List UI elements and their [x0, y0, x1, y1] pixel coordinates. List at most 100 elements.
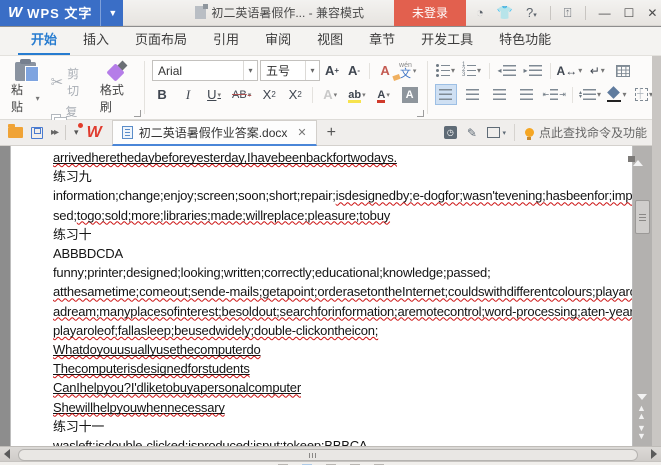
tab-insert[interactable]: 插入	[70, 23, 122, 55]
more-commands-icon[interactable]: ▸▸	[51, 127, 59, 138]
clear-format-button[interactable]: A	[375, 60, 395, 81]
wps-app-button[interactable]: W WPS 文字 ▼	[0, 0, 124, 26]
previous-page-icon[interactable]: ▲ ▲	[637, 404, 646, 421]
character-shading-button[interactable]: A	[400, 84, 420, 105]
font-color-button[interactable]: A ▾	[374, 84, 394, 105]
align-right-button[interactable]	[489, 84, 511, 105]
minimize-button[interactable]: —	[599, 6, 611, 20]
doc-line[interactable]: 练习九	[53, 167, 614, 186]
text-wrap-button[interactable]: ↵ ▾	[586, 60, 608, 81]
tab-view[interactable]: 视图	[304, 23, 356, 55]
customize-toolbar-icon[interactable]: ▾	[74, 123, 83, 138]
document-page[interactable]: arrivedherethedaybeforeyesterday,Ihavebe…	[10, 146, 633, 446]
font-dialog-launcher-icon[interactable]	[416, 110, 424, 117]
tab-section[interactable]: 章节	[356, 23, 408, 55]
switch-window-icon[interactable]	[486, 127, 506, 138]
text-effects-button[interactable]: A ▾	[320, 84, 340, 105]
tab-review[interactable]: 审阅	[252, 23, 304, 55]
document-tab[interactable]: 初二英语暑假作业答案.docx ✕	[111, 119, 317, 146]
bullet-list-button[interactable]: ▾	[435, 60, 457, 81]
doc-line[interactable]: CanIhelpyou?I'dliketobuyapersonalcompute…	[53, 378, 614, 397]
justify-button[interactable]	[516, 84, 538, 105]
bold-button[interactable]: B	[152, 84, 172, 105]
character-scale-button[interactable]: A↔ ▾	[557, 60, 583, 81]
scroll-down-icon[interactable]	[637, 394, 647, 400]
tab-special-features[interactable]: 特色功能	[486, 23, 564, 55]
doc-line[interactable]: ABBBDCDA	[53, 244, 614, 263]
font-color-swatch	[377, 99, 386, 103]
doc-line[interactable]: information;change;enjoy;screen;soon;sho…	[53, 186, 632, 205]
numbered-list-button[interactable]: 1 2 3 ▾	[461, 60, 483, 81]
format-painter-button[interactable]: 格式刷	[95, 60, 139, 117]
skin-theme-icon[interactable]: 👕	[497, 6, 513, 19]
login-button[interactable]: 未登录	[394, 0, 466, 26]
tab-page-layout[interactable]: 页面布局	[122, 23, 200, 55]
close-button[interactable]: ✕	[647, 6, 657, 20]
tab-references[interactable]: 引用	[200, 23, 252, 55]
increase-indent-button[interactable]: ▸	[522, 60, 544, 81]
help-icon[interactable]: ?▾	[526, 6, 537, 19]
doc-line[interactable]: funny;printer;designed;looking;written;c…	[53, 263, 614, 282]
insert-table-button[interactable]	[612, 60, 634, 81]
decrease-indent-icon	[502, 65, 516, 76]
doc-line[interactable]: arrivedherethedaybeforeyesterday,Ihavebe…	[53, 148, 614, 167]
ink-annotate-icon[interactable]: ✎	[467, 126, 477, 140]
decrease-indent-button[interactable]: ◂	[496, 60, 518, 81]
tab-home[interactable]: 开始	[18, 23, 71, 55]
horizontal-scroll-thumb[interactable]	[18, 448, 638, 461]
doc-line[interactable]: 练习十	[53, 225, 614, 244]
strikethrough-button[interactable]: AB ▾	[230, 84, 253, 105]
history-version-icon[interactable]: ◷	[443, 126, 457, 139]
justify-icon	[520, 89, 534, 100]
font-size-select[interactable]: 五号 ▾	[260, 60, 321, 81]
chevron-down-icon[interactable]: ▼	[100, 0, 117, 26]
subscript-button[interactable]: X2	[285, 84, 305, 105]
distribute-button[interactable]: ⇤ ⇥	[543, 84, 566, 105]
shading-button[interactable]: ▾	[606, 84, 628, 105]
chevron-down-icon: ▾	[247, 91, 252, 99]
save-icon[interactable]	[31, 126, 43, 139]
clipboard-dialog-launcher-icon[interactable]	[134, 110, 142, 117]
chevron-down-icon: ▾	[362, 91, 366, 99]
clipboard-group: 粘贴▾ ✂ 剪切 复制 格式刷	[0, 56, 143, 136]
wps-w-logo-icon[interactable]: W	[87, 124, 102, 142]
doc-line[interactable]: sed;togo;sold;more;libraries;made;willre…	[53, 206, 614, 225]
next-page-icon[interactable]: ▼ ▼	[637, 424, 646, 441]
line-spacing-button[interactable]: ▴ ▾ ▾	[579, 84, 601, 105]
doc-line[interactable]: wasleft;isdouble-clicked;isproduced;ispu…	[53, 436, 614, 446]
highlight-color-button[interactable]: ab ▾	[346, 84, 367, 105]
doc-line[interactable]: adream;manyplacesofinterest;besoldout;se…	[53, 302, 632, 321]
restore-up-icon[interactable]: ⍐	[564, 6, 572, 19]
vertical-scroll-thumb[interactable]	[635, 200, 650, 234]
doc-line[interactable]: Thecomputerisdesignedforstudents	[53, 359, 614, 378]
paste-button[interactable]: 粘贴 ▾	[6, 59, 45, 117]
tab-developer[interactable]: 开发工具	[408, 23, 486, 55]
scroll-right-icon[interactable]	[651, 449, 657, 459]
italic-button[interactable]: I	[178, 84, 198, 105]
play-circle-icon[interactable]: ◔	[476, 6, 484, 19]
grow-font-button[interactable]: A +	[322, 60, 342, 81]
align-center-button[interactable]	[462, 84, 484, 105]
bullet-list-icon	[436, 63, 451, 78]
close-tab-icon[interactable]: ✕	[297, 126, 306, 139]
align-left-button[interactable]	[434, 84, 457, 105]
vertical-scrollbar[interactable]: ▲ ▲ ▼ ▼	[633, 146, 652, 446]
cut-button[interactable]: ✂ 剪切	[47, 63, 93, 101]
font-name-select[interactable]: Arial ▾	[152, 60, 259, 81]
open-file-icon[interactable]	[8, 124, 23, 138]
find-commands-hint[interactable]: 点此查找命令及功能	[513, 124, 647, 141]
new-tab-button[interactable]: +	[327, 124, 336, 142]
maximize-button[interactable]: ☐	[624, 6, 635, 20]
scroll-left-icon[interactable]	[4, 449, 10, 459]
superscript-button[interactable]: X2	[259, 84, 279, 105]
doc-line[interactable]: atthesametime;comeout;sende-mails;getapo…	[53, 282, 632, 301]
doc-line[interactable]: Whatdoyouusuallyusethecomputerdo	[53, 340, 614, 359]
doc-line[interactable]: playaroleof;fallasleep;beusedwidely;doub…	[53, 321, 614, 340]
doc-line[interactable]: Shewillhelpyouwhennecessary	[53, 398, 614, 417]
horizontal-scrollbar[interactable]	[0, 446, 661, 461]
shrink-font-button[interactable]: A-	[344, 60, 364, 81]
divider	[369, 62, 371, 79]
document-tabbar: ▸▸ ▾ W 初二英语暑假作业答案.docx ✕ + ◷ ✎ 点此查找命令及功能	[0, 119, 661, 146]
doc-line[interactable]: 练习十一	[53, 417, 614, 436]
underline-button[interactable]: U ▾	[204, 84, 224, 105]
